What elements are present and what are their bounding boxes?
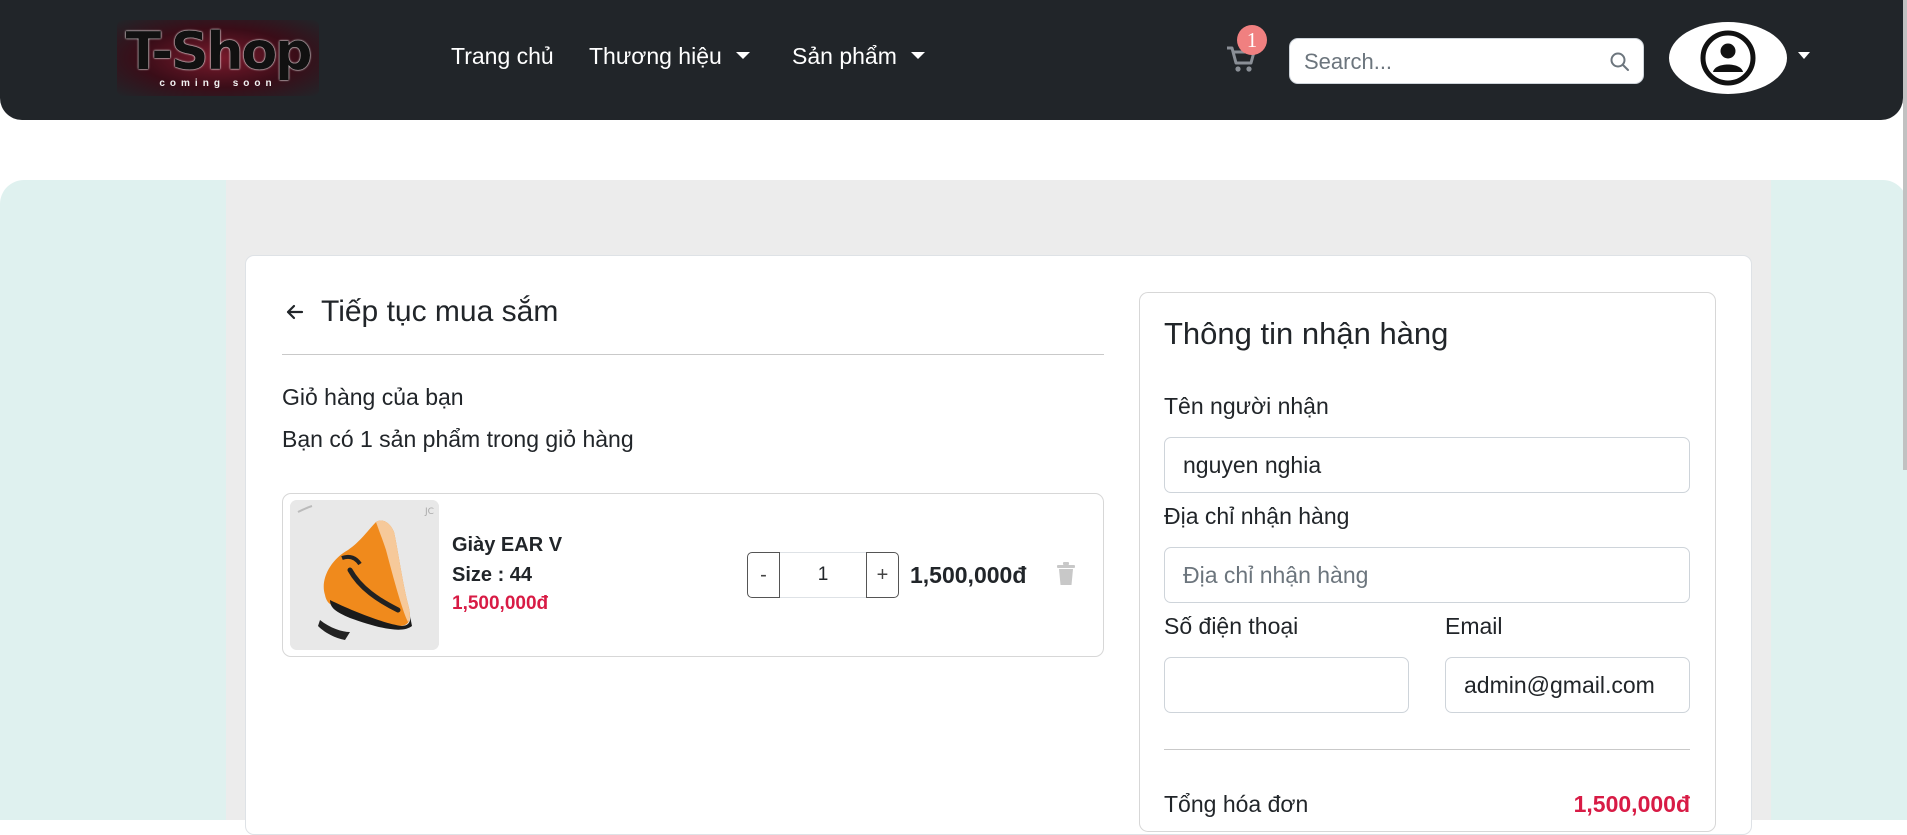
quantity-input[interactable] [780,552,866,598]
cart-title: Giỏ hàng của bạn [282,384,464,410]
nav-item-label: Sản phẩm [792,43,897,69]
shop-logo[interactable]: T-Shop coming soon [117,20,319,96]
divider [282,354,1104,355]
cart-item: JC Giày EAR V Size : 44 1,500,000đ - + 1… [282,493,1104,657]
divider [1164,749,1690,750]
product-price: 1,500,000đ [452,593,549,614]
item-total-price: 1,500,000đ [910,562,1027,588]
search-box [1289,38,1644,84]
search-input[interactable] [1304,47,1604,77]
scrollbar[interactable] [1903,0,1907,470]
shipping-info-title: Thông tin nhận hàng [1164,316,1449,351]
nav-item-label: Trang chủ [451,43,554,69]
nav-item-brands[interactable]: Thương hiệu [589,43,750,70]
product-image[interactable]: JC [290,500,439,650]
recipient-name-field[interactable] [1164,437,1690,493]
cart-count-badge: 1 [1237,25,1267,55]
invoice-total-value: 1,500,000đ [1573,791,1690,817]
address-label: Địa chỉ nhận hàng [1164,503,1350,529]
chevron-down-icon[interactable] [1798,52,1810,59]
nav-item-home[interactable]: Trang chủ [451,43,554,70]
continue-shopping-label: Tiếp tục mua sắm [321,295,559,328]
invoice-total-label: Tổng hóa đơn [1164,791,1309,817]
address-field[interactable] [1164,547,1690,603]
quantity-stepper: - + [747,552,899,598]
phone-label: Số điện thoại [1164,613,1299,639]
search-icon[interactable] [1609,51,1631,73]
logo-text: T-Shop [125,22,313,82]
phone-field[interactable] [1164,657,1409,713]
recipient-name-label: Tên người nhận [1164,393,1329,419]
trash-icon[interactable] [1056,562,1076,586]
chevron-down-icon [735,52,750,59]
product-size: Size : 44 [452,564,533,586]
nav-item-products[interactable]: Sản phẩm [792,43,925,70]
nav-item-label: Thương hiệu [589,43,722,69]
decrease-quantity-button[interactable]: - [747,552,780,598]
user-avatar[interactable] [1669,22,1787,94]
cart-count-text: Bạn có 1 sản phẩm trong giỏ hàng [282,426,634,452]
email-field[interactable] [1445,657,1690,713]
user-icon [1700,30,1756,86]
chevron-down-icon [910,52,925,59]
svg-text:JC: JC [424,507,434,517]
increase-quantity-button[interactable]: + [866,552,899,598]
continue-shopping-link[interactable]: Tiếp tục mua sắm [283,292,558,332]
email-label: Email [1445,613,1503,639]
top-navbar: T-Shop coming soon Trang chủ Thương hiệu… [0,0,1903,120]
product-name[interactable]: Giày EAR V [452,534,562,557]
logo-tagline: coming soon [159,78,277,89]
arrow-left-icon [286,304,304,320]
